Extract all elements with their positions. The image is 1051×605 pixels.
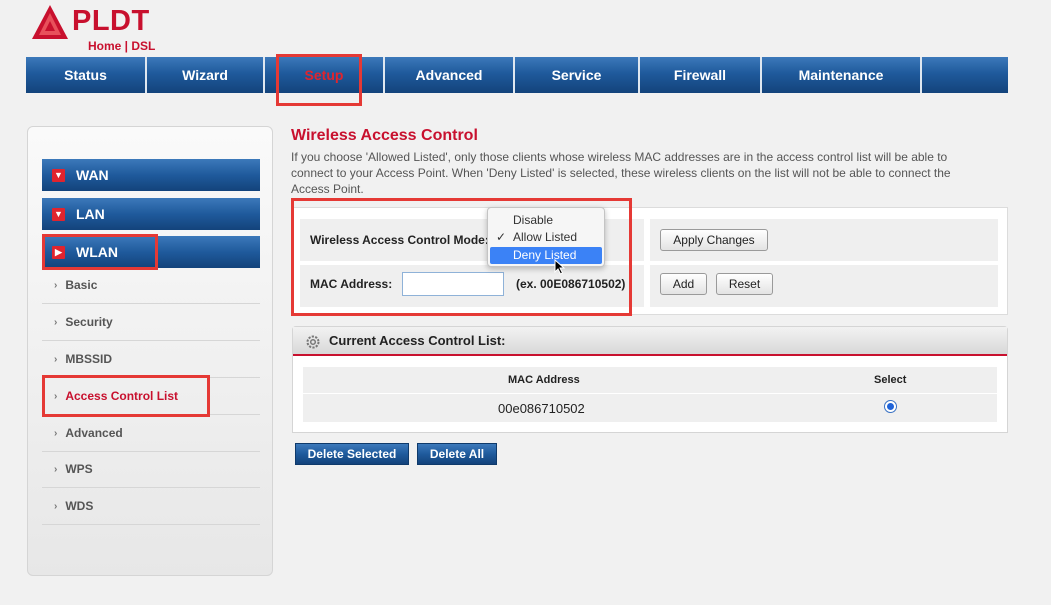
chevron-right-icon: ›	[54, 427, 58, 439]
mac-example-hint: (ex. 00E086710502)	[516, 277, 626, 291]
tab-service[interactable]: Service	[515, 57, 640, 93]
chevron-right-icon: ›	[54, 463, 58, 475]
brand-sub: Home | DSL	[88, 39, 156, 53]
brand-name: PLDT	[72, 5, 150, 37]
tab-wizard[interactable]: Wizard	[147, 57, 265, 93]
sidebar-item-security[interactable]: › Security	[42, 304, 260, 341]
page-description: If you choose 'Allowed Listed', only tho…	[291, 150, 951, 196]
tab-status[interactable]: Status	[26, 57, 147, 93]
reset-button[interactable]: Reset	[716, 273, 773, 295]
pldt-logo-icon	[32, 5, 68, 39]
chevron-down-icon: ▼	[52, 168, 65, 182]
option-deny-listed[interactable]: Deny Listed	[490, 247, 602, 264]
acl-panel-header: Current Access Control List:	[293, 327, 1007, 356]
delete-selected-button[interactable]: Delete Selected	[295, 443, 409, 465]
option-allow-listed[interactable]: ✓ Allow Listed	[490, 229, 602, 246]
page-title: Wireless Access Control	[291, 127, 478, 144]
nav-filler	[922, 57, 1008, 93]
sidebar-section-wlan[interactable]: ▶ WLAN	[42, 236, 260, 268]
tab-maintenance[interactable]: Maintenance	[762, 57, 922, 93]
chevron-right-icon: ›	[54, 500, 58, 512]
access-control-form	[293, 207, 1008, 315]
pldt-logo: PLDT Home | DSL	[30, 3, 190, 55]
tab-advanced[interactable]: Advanced	[385, 57, 515, 93]
mac-address-input[interactable]	[402, 272, 504, 296]
top-nav: Status Wizard Setup Advanced Service Fir…	[26, 57, 1008, 93]
apply-changes-button[interactable]: Apply Changes	[660, 229, 768, 251]
mac-address-label: MAC Address:	[310, 277, 393, 291]
sidebar-section-lan[interactable]: ▼ LAN	[42, 198, 260, 230]
mode-select-dropdown[interactable]: Disable ✓ Allow Listed Deny Listed	[487, 207, 605, 267]
tab-firewall[interactable]: Firewall	[640, 57, 762, 93]
gear-icon	[306, 335, 320, 349]
chevron-right-icon: ›	[54, 316, 58, 328]
column-header-mac: MAC Address	[508, 374, 580, 386]
chevron-right-icon: ›	[54, 353, 58, 365]
delete-all-button[interactable]: Delete All	[417, 443, 497, 465]
checkmark-icon: ✓	[496, 230, 507, 244]
sidebar-item-wds[interactable]: › WDS	[42, 488, 260, 525]
sidebar-item-access-control-list[interactable]: › Access Control List	[42, 378, 260, 415]
tab-setup[interactable]: Setup	[265, 57, 385, 93]
sidebar-item-basic[interactable]: › Basic	[42, 267, 260, 304]
sidebar-item-advanced[interactable]: › Advanced	[42, 415, 260, 452]
mode-label: Wireless Access Control Mode:	[310, 233, 489, 247]
option-disable[interactable]: Disable	[490, 212, 602, 229]
mouse-cursor-icon	[554, 259, 566, 275]
chevron-right-icon: ›	[54, 279, 58, 291]
sidebar: ▼ WAN ▼ LAN ▶ WLAN › Basic › Security › MBS…	[27, 126, 273, 576]
acl-select-radio[interactable]	[884, 400, 897, 413]
acl-mac-cell: 00e086710502	[498, 401, 585, 416]
sidebar-section-wan[interactable]: ▼ WAN	[42, 159, 260, 191]
chevron-right-icon: ›	[54, 390, 58, 402]
column-header-select: Select	[874, 374, 907, 386]
chevron-right-icon: ▶	[52, 245, 65, 259]
sidebar-item-mbssid[interactable]: › MBSSID	[42, 341, 260, 378]
add-button[interactable]: Add	[660, 273, 707, 295]
current-acl-panel: Current Access Control List: MAC Address…	[292, 326, 1008, 433]
sidebar-item-wps[interactable]: › WPS	[42, 451, 260, 488]
chevron-down-icon: ▼	[52, 207, 65, 221]
